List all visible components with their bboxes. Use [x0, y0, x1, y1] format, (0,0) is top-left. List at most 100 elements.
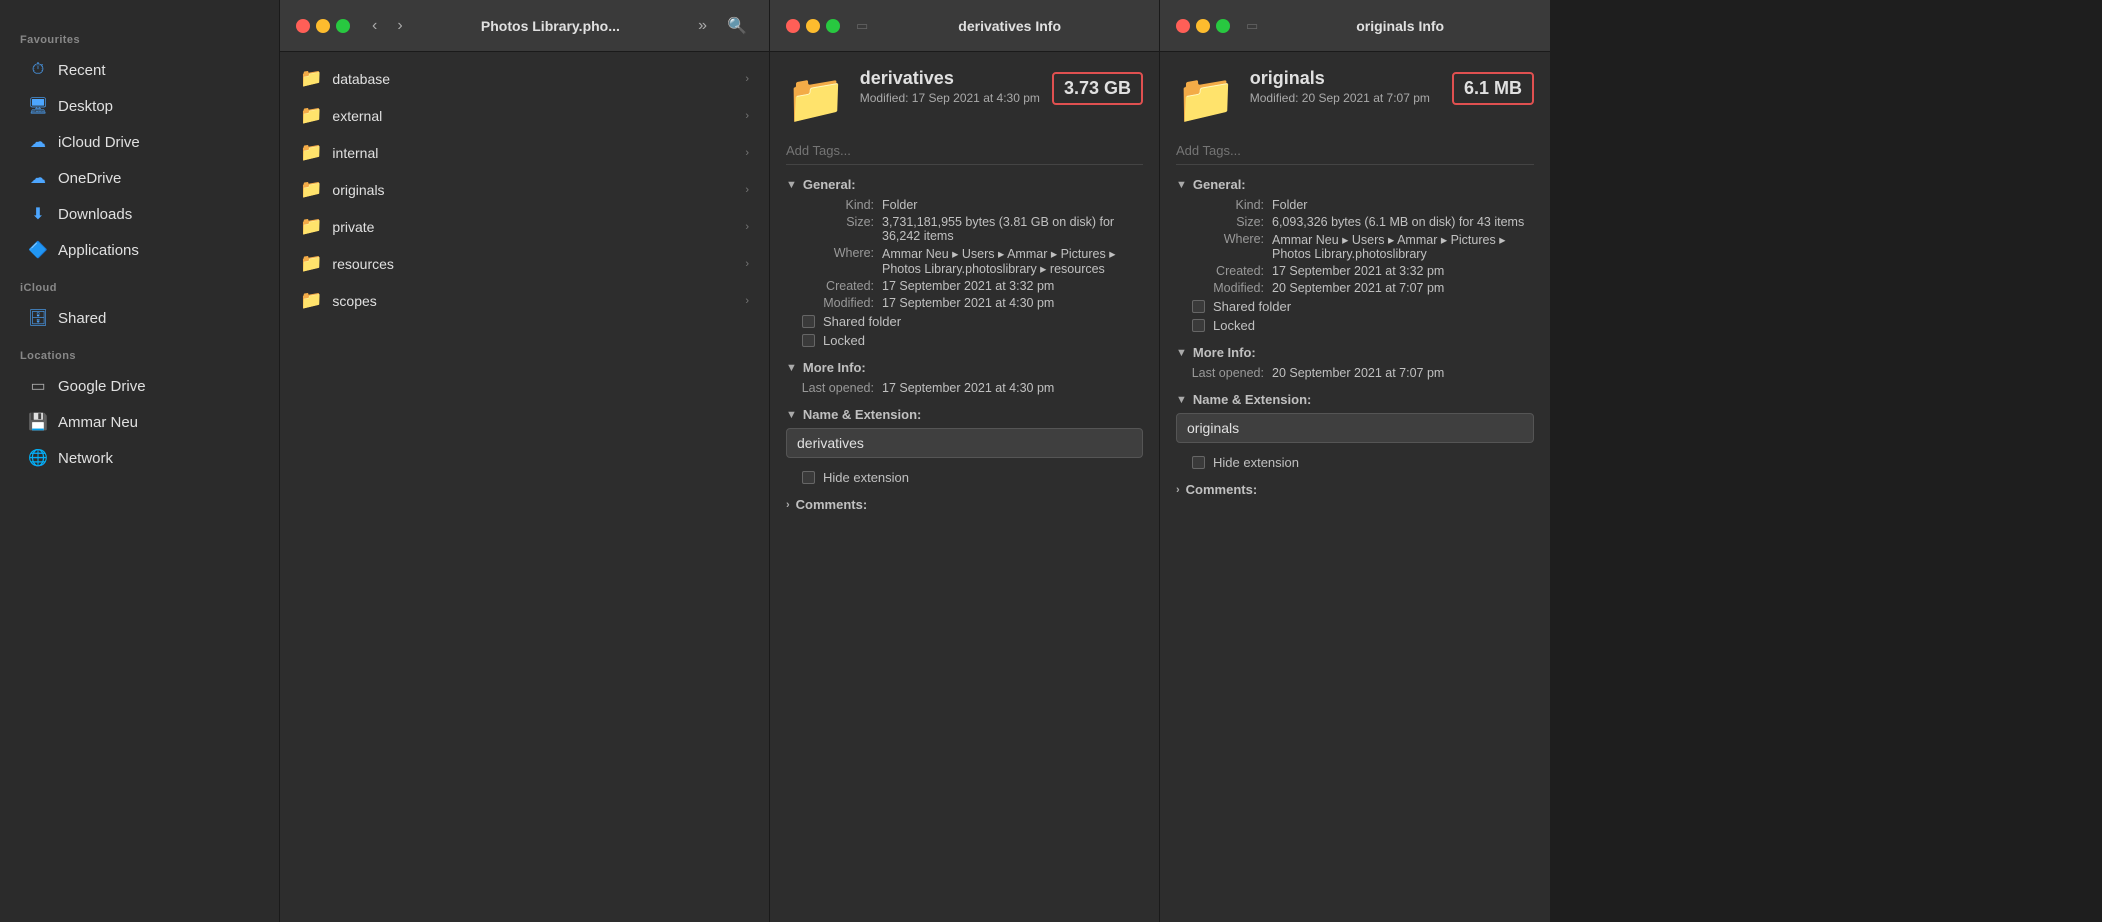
shared-folder-checkbox[interactable] [802, 315, 815, 328]
where-label: Where: [1184, 232, 1264, 261]
originals-general-section: ▼ General: Kind: Folder Size: 6,093,326 … [1176, 177, 1534, 333]
list-item[interactable]: 📁 database › [280, 60, 769, 97]
folder-icon: 📁 [300, 216, 322, 237]
originals-tags-field[interactable] [1176, 137, 1534, 165]
modified-value: 20 September 2021 at 7:07 pm [1272, 281, 1534, 295]
last-opened-value: 20 September 2021 at 7:07 pm [1272, 366, 1534, 380]
sidebar-item-recent[interactable]: ⏱ Recent [8, 53, 271, 87]
derivatives-folder-icon: 📁 [786, 70, 846, 127]
originals-general-header[interactable]: ▼ General: [1176, 177, 1534, 192]
minimize-button[interactable] [1196, 19, 1210, 33]
locked-row: Locked [1192, 318, 1534, 333]
originals-name-field[interactable] [1176, 413, 1534, 443]
where-value: Ammar Neu ▸ Users ▸ Ammar ▸ Pictures ▸ P… [1272, 232, 1534, 261]
minimize-button[interactable] [806, 19, 820, 33]
originals-comments-header[interactable]: › Comments: [1176, 482, 1534, 497]
sidebar-item-label: Network [58, 450, 113, 467]
list-item[interactable]: 📁 internal › [280, 134, 769, 171]
more-options-button[interactable]: » [692, 13, 713, 39]
derivatives-folder-row: 📁 derivatives Modified: 17 Sep 2021 at 4… [786, 68, 1143, 127]
created-label: Created: [794, 279, 874, 293]
list-item[interactable]: 📁 originals › [280, 171, 769, 208]
originals-folder-row: 📁 originals Modified: 20 Sep 2021 at 7:0… [1176, 68, 1534, 127]
derivatives-name-field[interactable] [786, 428, 1143, 458]
derivatives-panel-header: ▭ derivatives Info [770, 0, 1159, 52]
search-button[interactable]: 🔍 [721, 12, 753, 40]
created-value: 17 September 2021 at 3:32 pm [1272, 264, 1534, 278]
sidebar-item-label: Ammar Neu [58, 414, 138, 431]
list-item[interactable]: 📁 resources › [280, 245, 769, 282]
locked-checkbox[interactable] [802, 334, 815, 347]
hide-ext-row: Hide extension [1192, 455, 1534, 470]
originals-name-ext-header[interactable]: ▼ Name & Extension: [1176, 392, 1534, 407]
forward-button[interactable]: › [391, 13, 408, 39]
hide-ext-checkbox[interactable] [1192, 456, 1205, 469]
back-button[interactable]: ‹ [366, 13, 383, 39]
derivatives-comments-header[interactable]: › Comments: [786, 497, 1143, 512]
sidebar-item-desktop[interactable]: 🖥 Desktop [8, 89, 271, 123]
sidebar-item-google-drive[interactable]: ▭ Google Drive [8, 369, 271, 403]
sidebar-item-downloads[interactable]: ⬇ Downloads [8, 197, 271, 231]
folder-name: external [332, 108, 382, 124]
collapse-icon: ▼ [1176, 394, 1187, 406]
traffic-lights [296, 19, 350, 33]
derivatives-general-header[interactable]: ▼ General: [786, 177, 1143, 192]
folder-list: 📁 database › 📁 external › 📁 internal › 📁… [280, 52, 769, 922]
hide-ext-checkbox[interactable] [802, 471, 815, 484]
derivatives-tags-field[interactable] [786, 137, 1143, 165]
sidebar-item-icloud-drive[interactable]: ☁ iCloud Drive [8, 125, 271, 159]
sidebar: Favourites ⏱ Recent 🖥 Desktop ☁ iCloud D… [0, 0, 280, 922]
sidebar-item-applications[interactable]: 🔷 Applications [8, 233, 271, 267]
name-ext-label: Name & Extension: [1193, 392, 1311, 407]
originals-more-info-header[interactable]: ▼ More Info: [1176, 345, 1534, 360]
collapse-icon: ▼ [786, 362, 797, 374]
shared-folder-label: Shared folder [823, 314, 901, 329]
folder-icon: 📁 [300, 68, 322, 89]
sidebar-item-network[interactable]: 🌐 Network [8, 441, 271, 475]
chevron-right-icon: › [745, 184, 749, 196]
folder-name: originals [332, 182, 384, 198]
derivatives-info-body: 📁 derivatives Modified: 17 Sep 2021 at 4… [770, 52, 1159, 922]
originals-info-panel: ▭ originals Info 📁 originals Modified: 2… [1160, 0, 1550, 922]
list-item[interactable]: 📁 private › [280, 208, 769, 245]
path-title: Photos Library.pho... [417, 18, 685, 34]
info-row-size: Size: 3,731,181,955 bytes (3.81 GB on di… [786, 215, 1143, 243]
hide-ext-row: Hide extension [802, 470, 1143, 485]
locked-checkbox[interactable] [1192, 319, 1205, 332]
close-button[interactable] [1176, 19, 1190, 33]
info-row-created: Created: 17 September 2021 at 3:32 pm [786, 279, 1143, 293]
shared-folder-row: Shared folder [1192, 299, 1534, 314]
list-item[interactable]: 📁 scopes › [280, 282, 769, 319]
derivatives-name-ext-header[interactable]: ▼ Name & Extension: [786, 407, 1143, 422]
derivatives-info-panel: ▭ derivatives Info 📁 derivatives Modifie… [770, 0, 1160, 922]
general-label: General: [803, 177, 856, 192]
list-item[interactable]: 📁 external › [280, 97, 769, 134]
more-info-label: More Info: [803, 360, 866, 375]
close-button[interactable] [296, 19, 310, 33]
folder-icon: 📁 [300, 142, 322, 163]
sidebar-item-onedrive[interactable]: ☁ OneDrive [8, 161, 271, 195]
folder-name: database [332, 71, 390, 87]
folder-icon: 📁 [300, 253, 322, 274]
close-button[interactable] [786, 19, 800, 33]
originals-name-ext-section: ▼ Name & Extension: Hide extension [1176, 392, 1534, 470]
chevron-right-icon: › [745, 221, 749, 233]
size-label: Size: [1184, 215, 1264, 229]
minimize-button[interactable] [316, 19, 330, 33]
derivatives-more-info-section: ▼ More Info: Last opened: 17 September 2… [786, 360, 1143, 395]
sidebar-item-shared[interactable]: 🗄 Shared [8, 301, 271, 335]
more-info-label: More Info: [1193, 345, 1256, 360]
sidebar-item-ammar-neu[interactable]: 💾 Ammar Neu [8, 405, 271, 439]
modified-value: 17 September 2021 at 4:30 pm [882, 296, 1143, 310]
maximize-button[interactable] [826, 19, 840, 33]
expand-icon: › [1176, 484, 1180, 496]
chevron-right-icon: › [745, 295, 749, 307]
info-row-created: Created: 17 September 2021 at 3:32 pm [1176, 264, 1534, 278]
derivatives-more-info-header[interactable]: ▼ More Info: [786, 360, 1143, 375]
maximize-button[interactable] [336, 19, 350, 33]
originals-size-badge: 6.1 MB [1452, 72, 1534, 105]
maximize-button[interactable] [1216, 19, 1230, 33]
originals-panel-title: originals Info [1266, 18, 1534, 34]
info-row-kind: Kind: Folder [1176, 198, 1534, 212]
shared-folder-checkbox[interactable] [1192, 300, 1205, 313]
